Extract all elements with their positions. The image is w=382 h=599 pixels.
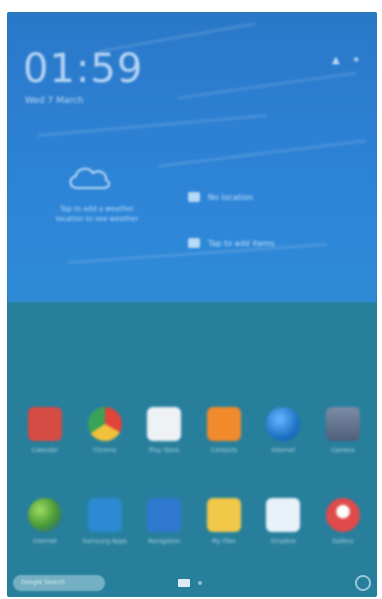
app-samsung-apps[interactable]: Samsung Apps [79, 498, 131, 545]
add-icon [188, 238, 200, 248]
navigation-icon [147, 498, 182, 532]
bottom-bar: Google Search [7, 569, 377, 597]
apps-grid-icon [178, 579, 190, 587]
apps-icon [87, 498, 122, 532]
app-navigation[interactable]: Navigation [138, 498, 190, 545]
app-label: My Files [211, 538, 236, 545]
add-items-action[interactable]: Tap to add items [188, 238, 275, 248]
contacts-icon [206, 407, 241, 441]
app-internet[interactable]: Internet [257, 407, 309, 454]
app-label: Calendar [31, 447, 59, 454]
app-label: Chrome [92, 447, 117, 454]
location-icon [188, 192, 200, 202]
page-dot [198, 581, 202, 585]
globe-icon [28, 498, 62, 532]
settings-icon[interactable]: ✦ [352, 56, 362, 66]
page-indicator[interactable] [178, 579, 202, 587]
clock-weather-widget[interactable]: 01:59 Wed 7 March ▲ ✦ Tap to add a weath… [7, 12, 377, 302]
app-label: Contacts [210, 447, 238, 454]
signal-icon: ▲ [332, 55, 340, 66]
weather-message[interactable]: Tap to add a weather location to see wea… [47, 204, 147, 224]
circle-icon[interactable] [355, 575, 371, 591]
apps-row-1: Calendar Chrome Play Store Contacts Inte… [19, 407, 369, 454]
cloud-icon[interactable] [65, 160, 113, 192]
app-label: Gallery [332, 538, 354, 545]
app-label: Dropbox [270, 538, 297, 545]
app-chrome[interactable]: Chrome [79, 407, 131, 454]
clock-date: Wed 7 March [25, 96, 84, 106]
app-label: Play Store [149, 447, 180, 454]
app-label: Internet [271, 447, 296, 454]
app-my-files[interactable]: My Files [198, 498, 250, 545]
app-gallery[interactable]: Gallery [317, 498, 369, 545]
dropbox-icon [266, 498, 301, 532]
app-globe[interactable]: Internet [19, 498, 71, 545]
no-location-action[interactable]: No location [188, 192, 253, 202]
app-label: Internet [33, 538, 57, 545]
app-contacts[interactable]: Contacts [198, 407, 250, 454]
add-items-label: Tap to add items [208, 238, 275, 248]
app-calendar[interactable]: Calendar [19, 407, 71, 454]
internet-icon [266, 407, 301, 441]
folder-icon [206, 498, 241, 532]
home-screen: 01:59 Wed 7 March ▲ ✦ Tap to add a weath… [7, 12, 377, 597]
camera-icon [325, 407, 360, 441]
apps-row-2: Internet Samsung Apps Navigation My File… [19, 498, 369, 545]
calendar-icon [28, 407, 62, 441]
google-search-bar[interactable]: Google Search [13, 575, 105, 591]
app-label: Navigation [148, 538, 181, 545]
clock-time[interactable]: 01:59 [23, 46, 143, 92]
play-store-icon [147, 407, 182, 441]
app-dropbox[interactable]: Dropbox [257, 498, 309, 545]
no-location-label: No location [208, 192, 254, 202]
gallery-icon [325, 498, 360, 532]
app-play-store[interactable]: Play Store [138, 407, 190, 454]
app-camera[interactable]: Camera [317, 407, 369, 454]
app-label: Samsung Apps [82, 538, 127, 545]
app-label: Camera [331, 447, 355, 454]
chrome-icon [87, 407, 122, 441]
